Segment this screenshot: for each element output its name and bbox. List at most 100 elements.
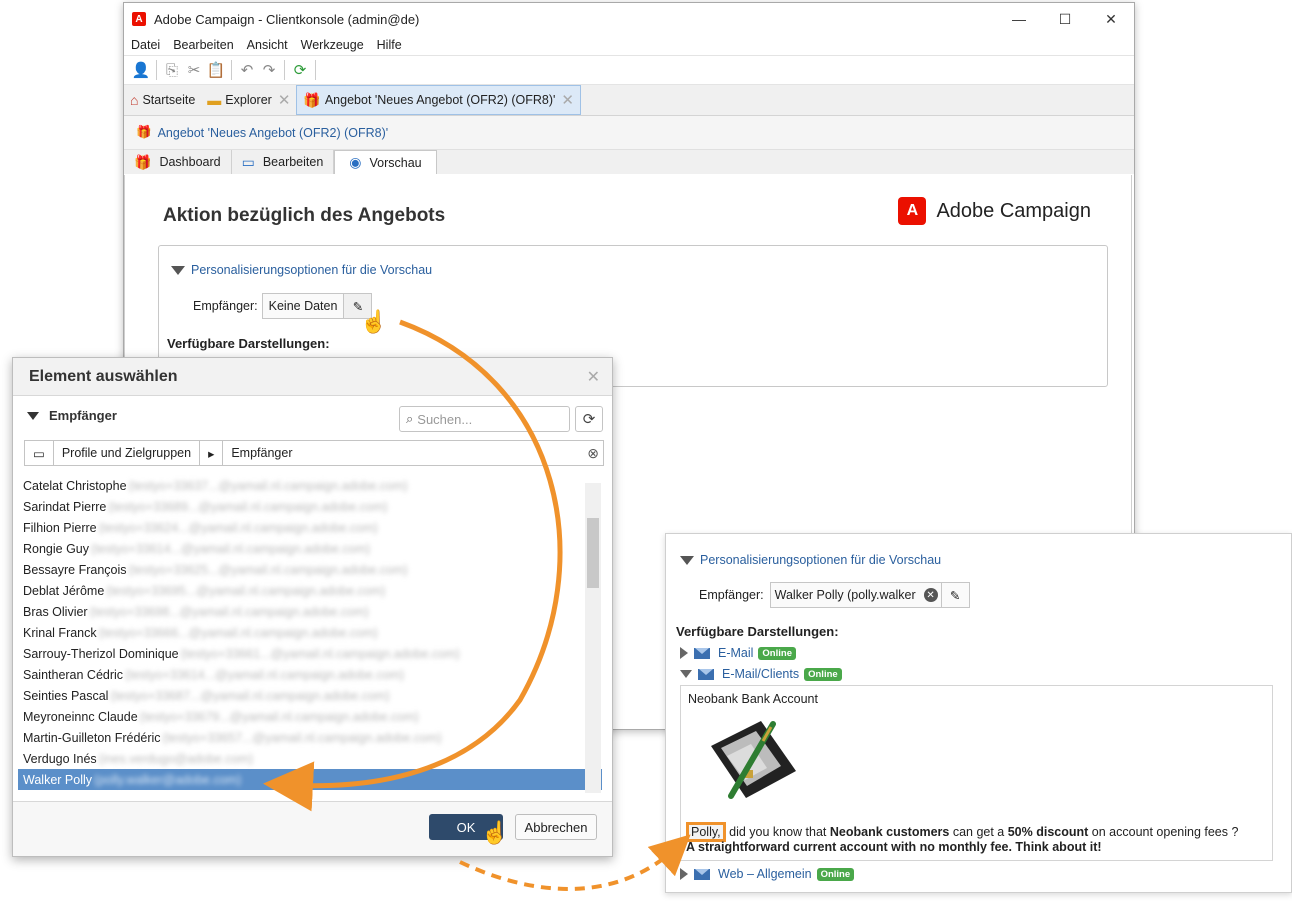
- recipient-email: (testyo+33679...@yamail.nl.campaign.adob…: [139, 709, 419, 724]
- path-segment[interactable]: Empfänger: [223, 441, 583, 465]
- clear-icon[interactable]: ✕: [923, 588, 938, 602]
- section-toggle[interactable]: Empfänger: [27, 408, 117, 423]
- recipient-email: (testyo+33637...@yamail.nl.campaign.adob…: [128, 478, 408, 493]
- clear-icon[interactable]: ⊗: [583, 441, 603, 465]
- list-item[interactable]: Seinties Pascal (testyo+33687...@yamail.n…: [18, 685, 602, 706]
- tab-label: Startseite: [142, 93, 196, 107]
- tab-explorer[interactable]: ▬ Explorer ✕: [201, 85, 296, 115]
- list-item[interactable]: Walker Polly (polly.walker@adobe.com): [18, 769, 602, 790]
- recipient-name: Bessayre François: [23, 562, 127, 577]
- panel-toggle[interactable]: Personalisierungsoptionen für die Vorsch…: [680, 553, 941, 567]
- section-label: Empfänger: [49, 408, 117, 423]
- recipient-email: (testyo+33666...@yamail.nl.campaign.adob…: [98, 625, 378, 640]
- recipient-value: Keine Daten: [268, 299, 338, 313]
- cut-icon[interactable]: ✂: [183, 59, 205, 81]
- paste-icon[interactable]: 📋: [205, 59, 227, 81]
- tab-startseite[interactable]: ⌂ Startseite: [124, 85, 201, 115]
- tab-vorschau[interactable]: ◉ Vorschau: [334, 150, 437, 174]
- tab-label: Dashboard: [159, 155, 221, 169]
- dialog-header: Element auswählen ✕: [13, 358, 612, 396]
- list-item[interactable]: Martin-Guilleton Frédéric (testyo+33657..…: [18, 727, 602, 748]
- list-item[interactable]: Filhion Pierre (testyo+33624...@yamail.nl…: [18, 517, 602, 538]
- close-window-button[interactable]: ✕: [1088, 3, 1134, 35]
- status-badge: Online: [816, 867, 855, 881]
- menu-ansicht[interactable]: Ansicht: [247, 38, 288, 52]
- pencil-icon[interactable]: ✎: [940, 583, 969, 607]
- close-tab-icon[interactable]: ✕: [278, 91, 291, 109]
- scrollbar-thumb[interactable]: [587, 518, 599, 588]
- rendering-label: E-Mail: [718, 646, 754, 660]
- path-segment[interactable]: Profile und Zielgruppen: [54, 441, 201, 465]
- email-body: Polly, did you know that Neobank custome…: [686, 822, 1271, 855]
- gift-icon: 🎁: [136, 125, 152, 139]
- email-subject: Neobank Bank Account: [688, 692, 818, 706]
- close-tab-icon[interactable]: ✕: [561, 91, 574, 109]
- adobe-logo-icon: A: [898, 197, 927, 225]
- recipient-name: Meyroneinnc Claude: [23, 709, 138, 724]
- redo-icon[interactable]: ↷: [258, 59, 280, 81]
- list-item[interactable]: Bras Olivier (testyo+33698...@yamail.nl.c…: [18, 601, 602, 622]
- rendering-label: Web – Allgemein: [718, 867, 812, 881]
- list-item[interactable]: Rongie Guy (testyo+33614...@yamail.nl.cam…: [18, 538, 602, 559]
- panel-title: Personalisierungsoptionen für die Vorsch…: [191, 263, 433, 277]
- copy-icon[interactable]: ⎘: [161, 59, 183, 81]
- menu-bearbeiten[interactable]: Bearbeiten: [173, 38, 233, 52]
- tab-bar: ⌂ Startseite ▬ Explorer ✕ 🎁 Angebot 'Neu…: [124, 85, 1134, 116]
- search-placeholder: Suchen...: [417, 411, 473, 427]
- refresh-button[interactable]: ⟳: [575, 406, 603, 432]
- breadcrumb: 🎁 Angebot 'Neues Angebot (OFR2) (OFR8)': [124, 116, 1134, 150]
- minimize-button[interactable]: —: [996, 3, 1042, 35]
- rendering-email-clients[interactable]: E-Mail/Clients Online: [680, 667, 842, 681]
- panel-toggle[interactable]: Personalisierungsoptionen für die Vorsch…: [171, 263, 432, 277]
- list-item[interactable]: Bessayre François (testyo+33625...@yamail…: [18, 559, 602, 580]
- recipient-email: (testyo+33614...@yamail.nl.campaign.adob…: [91, 541, 371, 556]
- rendering-web[interactable]: Web – Allgemein Online: [680, 867, 855, 881]
- cancel-button[interactable]: Abbrechen: [515, 814, 597, 840]
- recipient-name: Seinties Pascal: [23, 688, 109, 703]
- list-item[interactable]: Catelat Christophe (testyo+33637...@yamai…: [18, 475, 602, 496]
- recipient-name: Walker Polly: [23, 772, 92, 787]
- list-item[interactable]: Meyroneinnc Claude (testyo+33679...@yamai…: [18, 706, 602, 727]
- menu-werkzeuge[interactable]: Werkzeuge: [301, 38, 364, 52]
- hand-cursor-icon: ☝: [481, 820, 509, 845]
- list-item[interactable]: Sarrouy-Therizol Dominique (testyo+33661.…: [18, 643, 602, 664]
- envelope-icon: [698, 668, 714, 680]
- new-user-icon[interactable]: 👤: [130, 59, 152, 81]
- envelope-icon: [694, 868, 710, 880]
- eye-icon: ◉: [349, 154, 362, 170]
- maximize-button[interactable]: ☐: [1042, 3, 1088, 35]
- tab-dashboard[interactable]: 🎁 Dashboard: [124, 150, 232, 174]
- rendering-email[interactable]: E-Mail Online: [680, 646, 796, 660]
- breadcrumb-label[interactable]: Angebot 'Neues Angebot (OFR2) (OFR8)': [158, 126, 389, 140]
- recipient-email: (ines.verdugo@adobe.com): [98, 751, 254, 766]
- recipient-label: Empfänger:: [699, 588, 764, 602]
- recipient-name: Sarrouy-Therizol Dominique: [23, 646, 179, 661]
- wallet-pen-image: [711, 721, 796, 799]
- menu-datei[interactable]: Datei: [131, 38, 160, 52]
- list-item[interactable]: Deblat Jérôme (testyo+33695...@yamail.nl.…: [18, 580, 602, 601]
- recipient-row: Empfänger: Walker Polly (polly.walker ✕ …: [699, 582, 970, 608]
- scrollbar[interactable]: [585, 483, 601, 793]
- expand-arrow-icon: [680, 868, 688, 880]
- list-item[interactable]: Saintheran Cédric (testyo+33614...@yamail…: [18, 664, 602, 685]
- tab-bearbeiten[interactable]: ▭ Bearbeiten: [232, 150, 335, 174]
- menu-hilfe[interactable]: Hilfe: [377, 38, 402, 52]
- recipient-list: Catelat Christophe (testyo+33637...@yamai…: [18, 475, 602, 795]
- tab-angebot[interactable]: 🎁 Angebot 'Neues Angebot (OFR2) (OFR8)' …: [296, 85, 581, 115]
- undo-icon[interactable]: ↶: [236, 59, 258, 81]
- collapse-arrow-icon: [680, 670, 692, 678]
- search-input[interactable]: ⌕ Suchen...: [399, 406, 570, 432]
- refresh-icon[interactable]: ⟳: [289, 59, 311, 81]
- email-preview: Neobank Bank Account Polly, did you know…: [680, 685, 1273, 861]
- list-item[interactable]: Sarindat Pierre (testyo+33689...@yamail.n…: [18, 496, 602, 517]
- close-icon[interactable]: ✕: [587, 367, 600, 387]
- list-item[interactable]: Krinal Franck (testyo+33666...@yamail.nl.…: [18, 622, 602, 643]
- recipient-email: (testyo+33625...@yamail.nl.campaign.adob…: [128, 562, 408, 577]
- body-text: can get a: [949, 825, 1008, 839]
- recipient-name: Bras Olivier: [23, 604, 88, 619]
- folder-icon[interactable]: ▭: [25, 441, 54, 465]
- recipient-field[interactable]: Walker Polly (polly.walker ✕ ✎: [769, 582, 970, 608]
- body-line-2: A straightforward current account with n…: [686, 840, 1102, 854]
- list-item[interactable]: Verdugo Inés (ines.verdugo@adobe.com): [18, 748, 602, 769]
- recipient-field[interactable]: Keine Daten ✎: [261, 293, 373, 319]
